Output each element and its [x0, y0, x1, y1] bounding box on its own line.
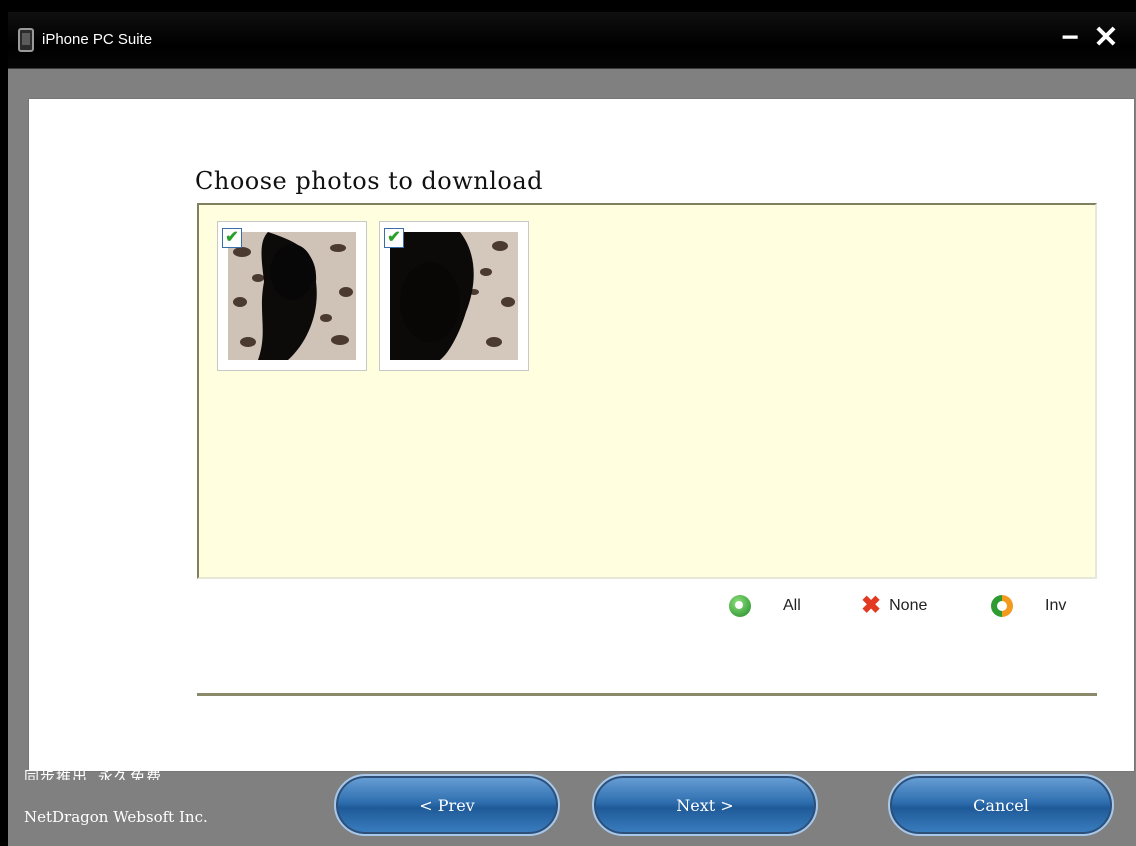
red-x-icon: ✖	[861, 592, 882, 619]
window-title: iPhone PC Suite	[42, 31, 153, 48]
company-name: NetDragon Websoft Inc.	[24, 808, 208, 826]
invert-selection-button[interactable]: Inv	[991, 593, 1066, 619]
divider	[197, 693, 1097, 696]
select-none-button[interactable]: ✖ None	[861, 593, 927, 619]
select-all-label: All	[783, 597, 801, 614]
photo-checkbox-1[interactable]: ✔	[222, 228, 242, 248]
page-title: Choose photos to download	[195, 167, 544, 195]
content-panel: Choose photos to download ✔ ✔ All ✖ None…	[28, 98, 1135, 772]
select-none-label: None	[889, 597, 928, 614]
cancel-button[interactable]: Cancel	[888, 774, 1114, 836]
photo-grid: ✔ ✔	[197, 203, 1097, 579]
photo-thumbnail-1[interactable]: ✔	[217, 221, 367, 371]
photo-thumbnail-2[interactable]: ✔	[379, 221, 529, 371]
photo-image-2	[390, 232, 518, 360]
select-all-button[interactable]: All	[729, 593, 801, 619]
invert-selection-label: Inv	[1045, 597, 1067, 614]
prev-button[interactable]: < Prev	[334, 774, 560, 836]
minimize-button[interactable]: −	[1054, 20, 1086, 56]
phone-icon	[18, 28, 34, 52]
photo-image-1	[228, 232, 356, 360]
refresh-green-icon	[729, 595, 751, 617]
invert-icon	[991, 595, 1013, 617]
next-button[interactable]: Next >	[592, 774, 818, 836]
close-button[interactable]: ✕	[1090, 20, 1122, 56]
app-window: iPhone PC Suite − ✕ Choose photos to dow…	[8, 12, 1136, 846]
title-bar[interactable]: iPhone PC Suite − ✕	[8, 12, 1136, 69]
photo-checkbox-2[interactable]: ✔	[384, 228, 404, 248]
promo-text: 同步推出 永久免费	[24, 768, 163, 780]
